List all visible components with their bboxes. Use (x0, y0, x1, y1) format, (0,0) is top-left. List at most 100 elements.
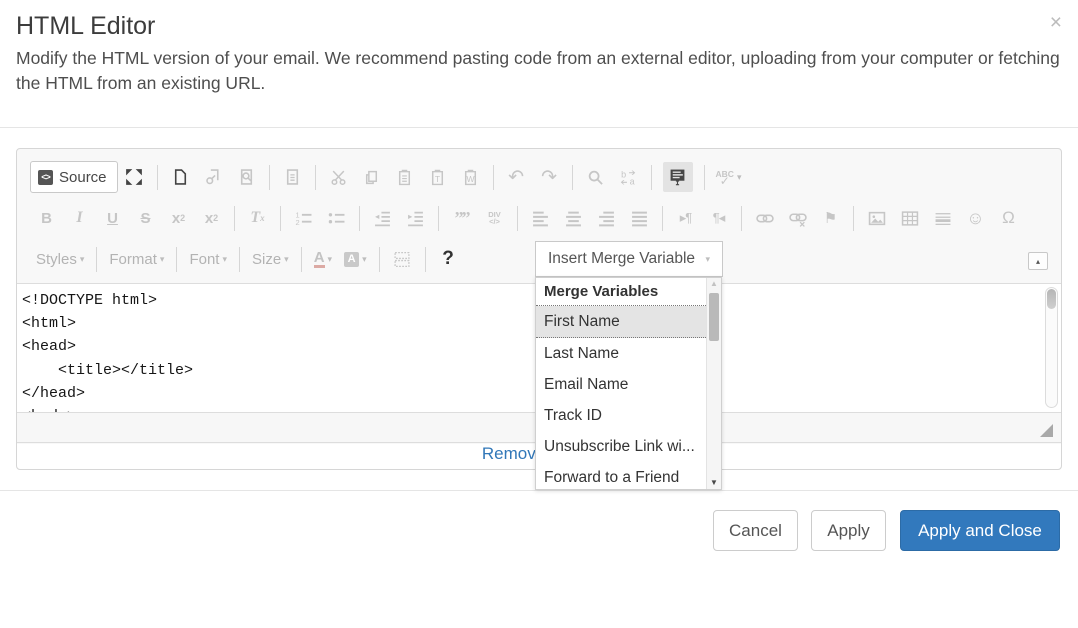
merge-variable-item[interactable]: Email Name (536, 369, 706, 400)
toolbar-separator (176, 247, 177, 272)
toolbar-separator (517, 206, 518, 231)
apply-and-close-button[interactable]: Apply and Close (900, 510, 1060, 551)
scroll-up-icon[interactable]: ▲ (707, 279, 721, 288)
paste-plain-text-icon[interactable]: T (426, 164, 449, 190)
unlink-icon[interactable] (786, 205, 809, 231)
merge-variable-item[interactable]: First Name (536, 306, 706, 338)
chevron-up-icon: ▴ (1036, 257, 1040, 266)
underline-icon[interactable]: U (101, 205, 124, 231)
toolbar-separator (438, 206, 439, 231)
italic-icon[interactable]: I (68, 205, 91, 231)
toolbar-separator (359, 206, 360, 231)
dialog-description: Modify the HTML version of your email. W… (16, 46, 1064, 96)
merge-variables-dropdown: Merge Variables First Name Last Name Ema… (535, 277, 722, 490)
anchor-icon[interactable]: ⚑ (819, 205, 842, 231)
show-blocks-icon[interactable] (391, 246, 414, 272)
toolbar-separator (301, 247, 302, 272)
superscript-icon[interactable]: x2 (200, 205, 223, 231)
source-button[interactable]: <> Source (30, 161, 118, 193)
redo-icon[interactable]: ↷ (538, 164, 561, 190)
close-icon[interactable]: × (1050, 12, 1062, 33)
subscript-icon[interactable]: x2 (167, 205, 190, 231)
about-help-icon[interactable]: ? (437, 246, 460, 272)
background-color-button[interactable]: A ▾ (344, 252, 367, 267)
code-scrollbar[interactable] (1045, 287, 1058, 408)
chevron-down-icon: ▾ (160, 254, 165, 265)
new-page-icon[interactable] (169, 164, 192, 190)
remove-format-icon[interactable]: Tx (246, 205, 269, 231)
resize-handle-icon[interactable] (1040, 424, 1053, 437)
merge-variable-item[interactable]: Unsubscribe Link wi... (536, 431, 706, 462)
toolbar-separator (315, 165, 316, 190)
strikethrough-icon[interactable]: S (134, 205, 157, 231)
page-title: HTML Editor (16, 12, 155, 41)
code-scrollbar-thumb[interactable] (1047, 289, 1056, 309)
maximize-icon[interactable] (123, 164, 146, 190)
merge-variable-item[interactable]: Track ID (536, 400, 706, 431)
preview-icon[interactable] (235, 164, 258, 190)
toolbar-separator (651, 165, 652, 190)
footer-divider (0, 490, 1078, 491)
chevron-down-icon: ▾ (362, 254, 367, 265)
div-container-icon[interactable]: DIV</> (483, 205, 506, 231)
horizontal-rule-icon[interactable] (931, 205, 954, 231)
cancel-button[interactable]: Cancel (713, 510, 798, 551)
toolbar-separator (157, 165, 158, 190)
text-direction-ltr-icon[interactable]: ▸¶ (674, 205, 697, 231)
justify-icon[interactable] (628, 205, 651, 231)
source-button-label: Source (59, 169, 107, 186)
format-dropdown[interactable]: Format ▾ (109, 251, 164, 268)
replace-icon[interactable]: ba (617, 164, 640, 190)
chevron-down-icon: ▾ (80, 254, 85, 265)
toolbar-separator (239, 247, 240, 272)
document-properties-icon[interactable] (202, 164, 225, 190)
undo-icon[interactable]: ↶ (505, 164, 528, 190)
special-character-icon[interactable]: Ω (997, 205, 1020, 231)
smiley-icon[interactable]: ☺ (964, 205, 987, 231)
font-dropdown[interactable]: Font ▾ (189, 251, 227, 268)
bulleted-list-icon[interactable] (325, 205, 348, 231)
source-icon: <> (38, 170, 53, 185)
text-direction-rtl-icon[interactable]: ¶◂ (707, 205, 730, 231)
paste-from-word-icon[interactable]: W (459, 164, 482, 190)
align-left-icon[interactable] (529, 205, 552, 231)
insert-merge-variable-button[interactable]: Insert Merge Variable ▾ (535, 241, 723, 277)
cut-icon[interactable] (327, 164, 350, 190)
decrease-indent-icon[interactable] (371, 205, 394, 231)
table-icon[interactable] (898, 205, 921, 231)
merge-variable-item[interactable]: Last Name (536, 338, 706, 369)
select-all-icon[interactable] (663, 162, 693, 192)
align-right-icon[interactable] (595, 205, 618, 231)
chevron-down-icon: ▾ (705, 254, 710, 265)
bold-icon[interactable]: B (35, 205, 58, 231)
styles-dropdown[interactable]: Styles ▾ (36, 251, 84, 268)
blockquote-icon[interactable]: ”” (450, 205, 473, 231)
apply-button[interactable]: Apply (811, 510, 886, 551)
toolbar-separator (853, 206, 854, 231)
dropdown-scrollbar[interactable]: ▲ ▼ (706, 278, 721, 489)
link-icon[interactable] (753, 205, 776, 231)
toolbar-separator (96, 247, 97, 272)
paste-icon[interactable] (393, 164, 416, 190)
image-icon[interactable] (865, 205, 888, 231)
size-dropdown[interactable]: Size ▾ (252, 251, 289, 268)
spell-check-icon[interactable]: ABC ✓ ▾ (716, 164, 742, 190)
dropdown-scrollbar-thumb[interactable] (709, 293, 719, 341)
merge-variables-header: Merge Variables (536, 278, 706, 306)
increase-indent-icon[interactable] (404, 205, 427, 231)
chevron-down-icon: ▾ (222, 254, 227, 265)
find-icon[interactable] (584, 164, 607, 190)
collapse-toolbar-button[interactable]: ▴ (1028, 252, 1048, 270)
text-color-button[interactable]: A ▾ (314, 251, 332, 268)
numbered-list-icon[interactable]: 12 (292, 205, 315, 231)
text-color-icon: A (314, 251, 325, 268)
insert-merge-variable-label: Insert Merge Variable (548, 250, 695, 268)
templates-icon[interactable] (281, 164, 304, 190)
align-center-icon[interactable] (562, 205, 585, 231)
spell-check-caret-icon: ▾ (737, 172, 742, 183)
toolbar-separator (741, 206, 742, 231)
merge-variable-item[interactable]: Forward to a Friend (536, 462, 706, 490)
copy-icon[interactable] (360, 164, 383, 190)
scroll-down-icon[interactable]: ▼ (707, 478, 721, 487)
header-divider (0, 127, 1078, 128)
